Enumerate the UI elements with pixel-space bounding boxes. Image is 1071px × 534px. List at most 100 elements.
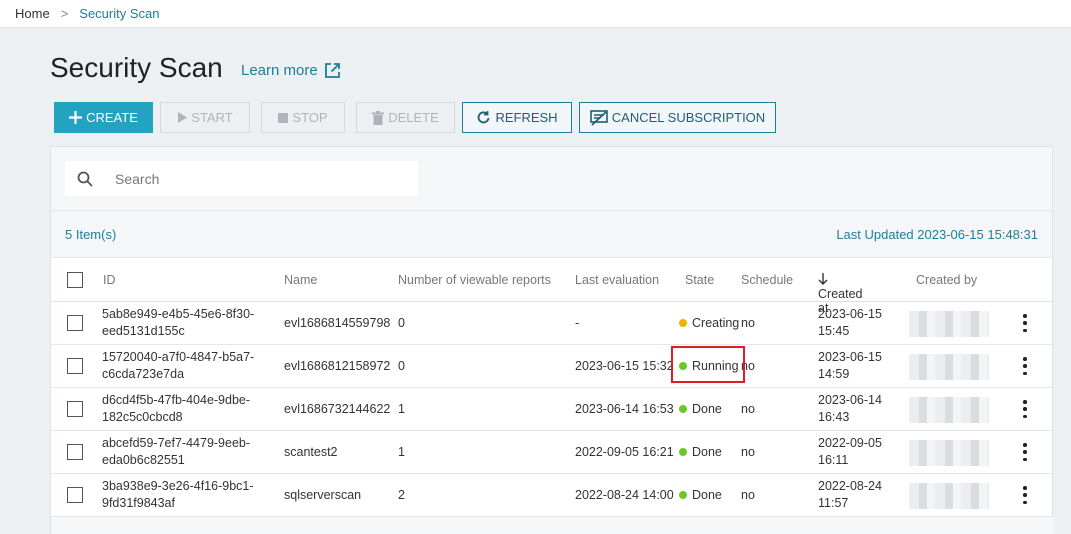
refresh-button[interactable]: REFRESH (462, 102, 572, 133)
row-created-date: 2022-08-24 (818, 479, 882, 493)
row-checkbox[interactable] (67, 315, 83, 331)
header-created-at[interactable]: Created at (818, 273, 862, 315)
learn-more-link[interactable]: Learn more (241, 62, 341, 79)
row-more-icon[interactable] (1019, 314, 1031, 332)
row-id[interactable]: 5ab8e949-e4b5-45e6-8f30- eed5131d155c (102, 306, 254, 340)
trash-icon (372, 110, 385, 125)
row-name: evl1686814559798 (284, 316, 391, 330)
row-last-evaluation: 2023-06-15 15:32 (575, 359, 674, 373)
header-id[interactable]: ID (103, 273, 116, 287)
running-state-highlight (671, 346, 745, 383)
delete-button-label: DELETE (388, 110, 439, 125)
table-row[interactable]: abcefd59-7ef7-4479-9eeb- eda0b6c82551 sc… (51, 431, 1054, 474)
row-more-icon[interactable] (1019, 357, 1031, 375)
header-schedule[interactable]: Schedule (741, 273, 793, 287)
pagination-area (51, 517, 1054, 534)
scan-list-panel: 5 Item(s) Last Updated 2023-06-15 15:48:… (50, 146, 1054, 534)
stop-button-label: STOP (292, 110, 328, 125)
table-row[interactable]: 3ba938e9-3e26-4f16-9bc1- 9fd31f9843af sq… (51, 474, 1054, 517)
row-last-evaluation: 2022-08-24 14:00 (575, 488, 674, 502)
table-row[interactable]: 5ab8e949-e4b5-45e6-8f30- eed5131d155c ev… (51, 302, 1054, 345)
row-state-label: Creating (692, 316, 740, 330)
start-button[interactable]: START (160, 102, 250, 133)
redacted-created-by (909, 440, 989, 466)
cancel-subscription-label: CANCEL SUBSCRIPTION (611, 110, 766, 125)
row-id-part2: 182c5c0cbcd8 (102, 410, 183, 424)
row-state: Done (679, 488, 722, 502)
row-created-time: 16:11 (818, 453, 849, 467)
row-name: scantest2 (284, 445, 338, 459)
row-created-time: 15:45 (818, 324, 850, 338)
state-dot-icon (679, 405, 687, 413)
row-reports: 1 (398, 402, 405, 416)
breadcrumb-separator: > (60, 6, 69, 21)
table-row[interactable]: d6cd4f5b-47fb-404e-9dbe- 182c5c0cbcd8 ev… (51, 388, 1054, 431)
row-state-label: Done (692, 488, 722, 502)
external-link-icon (324, 63, 340, 78)
row-more-icon[interactable] (1019, 486, 1031, 504)
row-name: sqlserverscan (284, 488, 362, 502)
row-created-date: 2023-06-15 (818, 307, 882, 321)
row-more-icon[interactable] (1019, 400, 1031, 418)
row-created-at: 2022-08-24 11:57 (818, 478, 882, 512)
row-schedule: no (741, 402, 755, 416)
row-reports: 0 (398, 359, 405, 373)
state-dot-icon (679, 491, 687, 499)
row-checkbox[interactable] (67, 358, 83, 374)
header-created-by[interactable]: Created by (916, 273, 977, 287)
row-reports: 0 (398, 316, 405, 330)
state-dot-icon (679, 448, 687, 456)
row-created-time: 11:57 (818, 496, 849, 510)
row-id-part2: c6cda723e7da (102, 367, 185, 381)
breadcrumb-current: Security Scan (79, 6, 160, 21)
row-last-evaluation: - (575, 316, 580, 330)
refresh-button-label: REFRESH (495, 110, 558, 125)
delete-button[interactable]: DELETE (356, 102, 455, 133)
breadcrumb: Home > Security Scan (0, 0, 1071, 28)
plus-icon (69, 111, 83, 124)
cancel-subscription-icon (589, 109, 608, 126)
row-state: Creating (679, 316, 739, 330)
row-state: Done (679, 445, 722, 459)
header-last-evaluation[interactable]: Last evaluation (575, 273, 659, 287)
page-title: Security Scan (50, 52, 223, 83)
row-created-date: 2023-06-14 (818, 393, 882, 407)
row-state: Done (679, 402, 722, 416)
header-name[interactable]: Name (284, 273, 317, 287)
row-checkbox[interactable] (67, 401, 83, 417)
row-state-label: Done (692, 445, 722, 459)
table-row[interactable]: 15720040-a7f0-4847-b5a7- c6cda723e7da ev… (51, 345, 1054, 388)
redacted-created-by (909, 354, 989, 380)
row-checkbox[interactable] (67, 444, 83, 460)
redacted-created-by (909, 397, 989, 423)
row-id-part1: abcefd59-7ef7-4479-9eeb- (102, 436, 251, 450)
cancel-subscription-button[interactable]: CANCEL SUBSCRIPTION (579, 102, 776, 133)
redacted-created-by (909, 483, 989, 509)
row-id[interactable]: 15720040-a7f0-4847-b5a7- c6cda723e7da (102, 349, 254, 383)
row-id-part2: eed5131d155c (102, 324, 185, 338)
row-reports: 1 (398, 445, 405, 459)
stop-button[interactable]: STOP (261, 102, 345, 133)
row-id[interactable]: 3ba938e9-3e26-4f16-9bc1- 9fd31f9843af (102, 478, 254, 512)
row-more-icon[interactable] (1019, 443, 1031, 461)
row-name: evl1686732144622 (284, 402, 391, 416)
create-button-label: CREATE (86, 110, 138, 125)
create-button[interactable]: CREATE (54, 102, 153, 133)
header-state[interactable]: State (685, 273, 714, 287)
search-input[interactable] (115, 170, 375, 187)
row-id[interactable]: abcefd59-7ef7-4479-9eeb- eda0b6c82551 (102, 435, 250, 469)
search-area (51, 147, 1052, 211)
row-state-label: Done (692, 402, 722, 416)
row-created-date: 2023-06-15 (818, 350, 882, 364)
breadcrumb-home-link[interactable]: Home (15, 6, 50, 21)
row-id[interactable]: d6cd4f5b-47fb-404e-9dbe- 182c5c0cbcd8 (102, 392, 250, 426)
info-bar: 5 Item(s) Last Updated 2023-06-15 15:48:… (51, 211, 1052, 258)
table-header: ID Name Number of viewable reports Last … (51, 259, 1054, 315)
row-checkbox[interactable] (67, 487, 83, 503)
select-all-checkbox[interactable] (67, 272, 83, 288)
row-created-at: 2022-09-05 16:11 (818, 435, 882, 469)
row-id-part1: d6cd4f5b-47fb-404e-9dbe- (102, 393, 251, 407)
row-id-part1: 15720040-a7f0-4847-b5a7- (102, 350, 255, 364)
row-last-evaluation: 2023-06-14 16:53 (575, 402, 674, 416)
header-reports[interactable]: Number of viewable reports (398, 273, 551, 287)
